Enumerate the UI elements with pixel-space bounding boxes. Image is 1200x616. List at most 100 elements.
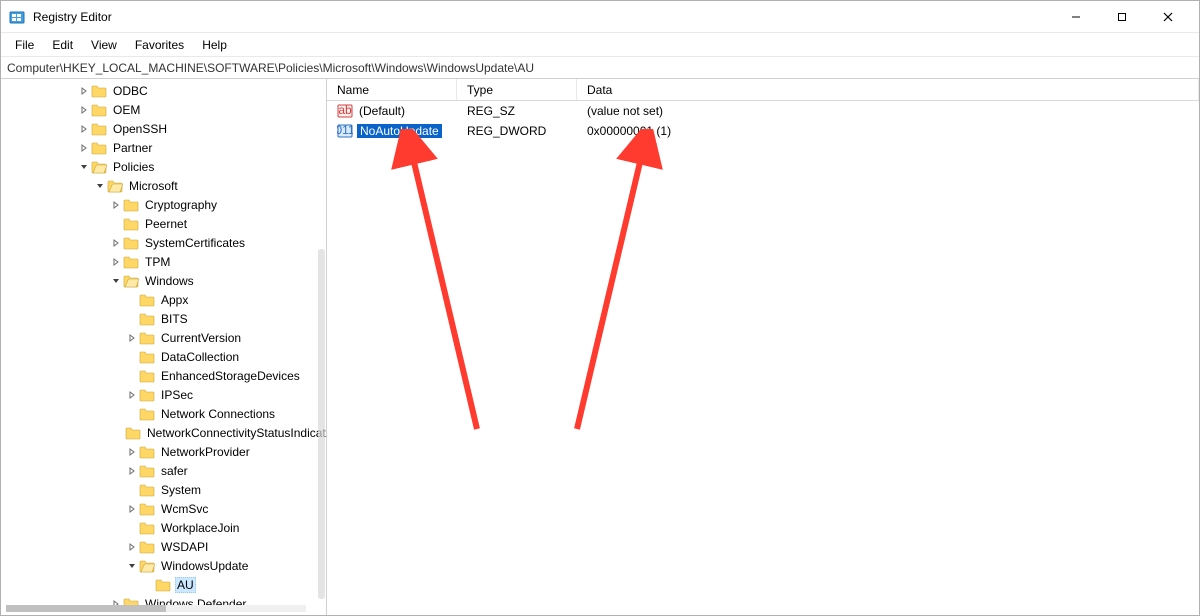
folder-icon	[91, 160, 107, 174]
tree-item-label: WcmSvc	[159, 502, 210, 516]
folder-icon	[91, 141, 107, 155]
menu-item-edit[interactable]: Edit	[44, 36, 81, 54]
tree-item-openssh[interactable]: OpenSSH	[1, 119, 326, 138]
chevron-right-icon[interactable]	[77, 138, 91, 157]
folder-icon	[139, 445, 155, 459]
address-bar[interactable]: Computer\HKEY_LOCAL_MACHINE\SOFTWARE\Pol…	[1, 57, 1199, 79]
minimize-button[interactable]	[1053, 1, 1099, 33]
tree-item-enhancedstoragedevices[interactable]: EnhancedStorageDevices	[1, 366, 326, 385]
tree-item-workplacejoin[interactable]: WorkplaceJoin	[1, 518, 326, 537]
twisty-none	[141, 575, 155, 594]
tree-item-partner[interactable]: Partner	[1, 138, 326, 157]
tree-item-label: OEM	[111, 103, 142, 117]
tree-item-odbc[interactable]: ODBC	[1, 81, 326, 100]
tree-item-label: OpenSSH	[111, 122, 169, 136]
tree-item-network-connections[interactable]: Network Connections	[1, 404, 326, 423]
chevron-right-icon[interactable]	[125, 499, 139, 518]
folder-icon	[139, 559, 155, 573]
registry-editor-window: Registry Editor FileEditViewFavoritesHel…	[0, 0, 1200, 616]
tree-item-peernet[interactable]: Peernet	[1, 214, 326, 233]
chevron-down-icon[interactable]	[125, 556, 139, 575]
folder-icon	[139, 350, 155, 364]
chevron-right-icon[interactable]	[125, 442, 139, 461]
folder-icon	[123, 198, 139, 212]
folder-icon	[139, 293, 155, 307]
chevron-right-icon[interactable]	[77, 81, 91, 100]
column-header-type[interactable]: Type	[457, 79, 577, 100]
tree-item-wcmsvc[interactable]: WcmSvc	[1, 499, 326, 518]
tree-item-oem[interactable]: OEM	[1, 100, 326, 119]
folder-icon	[139, 483, 155, 497]
folder-icon	[125, 426, 141, 440]
chevron-right-icon[interactable]	[109, 233, 123, 252]
value-name: NoAutoUpdate	[357, 124, 442, 138]
menu-item-view[interactable]: View	[83, 36, 125, 54]
tree-item-safer[interactable]: safer	[1, 461, 326, 480]
vertical-scrollbar[interactable]	[318, 249, 325, 599]
tree-item-windowsupdate[interactable]: WindowsUpdate	[1, 556, 326, 575]
values-pane[interactable]: Name Type Data ab(Default)REG_SZ(value n…	[327, 79, 1199, 615]
tree-item-label: BITS	[159, 312, 190, 326]
value-row[interactable]: 011NoAutoUpdateREG_DWORD0x00000001 (1)	[327, 121, 1199, 141]
tree-item-label: AU	[175, 577, 196, 593]
chevron-down-icon[interactable]	[77, 157, 91, 176]
annotation-arrow-right	[557, 129, 697, 449]
window-controls	[1053, 1, 1191, 33]
tree-item-ipsec[interactable]: IPSec	[1, 385, 326, 404]
tree-item-systemcertificates[interactable]: SystemCertificates	[1, 233, 326, 252]
tree-item-bits[interactable]: BITS	[1, 309, 326, 328]
tree-item-label: IPSec	[159, 388, 195, 402]
tree-item-windows[interactable]: Windows	[1, 271, 326, 290]
twisty-none	[125, 290, 139, 309]
tree-item-networkconnectivitystatusindicator[interactable]: NetworkConnectivityStatusIndicator	[1, 423, 326, 442]
tree-item-system[interactable]: System	[1, 480, 326, 499]
chevron-right-icon[interactable]	[109, 252, 123, 271]
folder-icon	[139, 312, 155, 326]
tree-item-tpm[interactable]: TPM	[1, 252, 326, 271]
titlebar[interactable]: Registry Editor	[1, 1, 1199, 33]
tree-item-label: WSDAPI	[159, 540, 210, 554]
tree-horizontal-scrollbar-thumb[interactable]	[6, 605, 166, 612]
tree-item-datacollection[interactable]: DataCollection	[1, 347, 326, 366]
chevron-right-icon[interactable]	[77, 119, 91, 138]
tree-item-label: WindowsUpdate	[159, 559, 250, 573]
chevron-right-icon[interactable]	[125, 461, 139, 480]
tree-item-label: Windows	[143, 274, 196, 288]
chevron-right-icon[interactable]	[109, 195, 123, 214]
chevron-down-icon[interactable]	[93, 176, 107, 195]
tree-item-appx[interactable]: Appx	[1, 290, 326, 309]
twisty-none	[109, 214, 123, 233]
folder-icon	[155, 578, 171, 592]
tree-item-au[interactable]: AU	[1, 575, 326, 594]
folder-icon	[123, 236, 139, 250]
value-name: (Default)	[357, 104, 407, 118]
menu-item-file[interactable]: File	[7, 36, 42, 54]
value-type: REG_DWORD	[457, 124, 577, 138]
tree-item-networkprovider[interactable]: NetworkProvider	[1, 442, 326, 461]
tree-item-label: TPM	[143, 255, 172, 269]
dword-value-icon: 011	[337, 123, 353, 139]
value-row[interactable]: ab(Default)REG_SZ(value not set)	[327, 101, 1199, 121]
chevron-right-icon[interactable]	[125, 385, 139, 404]
tree-item-wsdapi[interactable]: WSDAPI	[1, 537, 326, 556]
svg-text:011: 011	[337, 123, 353, 137]
tree-item-label: CurrentVersion	[159, 331, 243, 345]
svg-text:ab: ab	[338, 103, 352, 117]
chevron-right-icon[interactable]	[125, 537, 139, 556]
column-header-name[interactable]: Name	[327, 79, 457, 100]
chevron-right-icon[interactable]	[77, 100, 91, 119]
chevron-right-icon[interactable]	[125, 328, 139, 347]
tree-item-microsoft[interactable]: Microsoft	[1, 176, 326, 195]
tree-pane[interactable]: ODBC OEM OpenSSH PartnerPoliciesMicrosoftCr…	[1, 79, 327, 615]
column-header-data[interactable]: Data	[577, 79, 1199, 100]
chevron-down-icon[interactable]	[109, 271, 123, 290]
tree-item-label: System	[159, 483, 203, 497]
tree-item-policies[interactable]: Policies	[1, 157, 326, 176]
menu-item-favorites[interactable]: Favorites	[127, 36, 192, 54]
twisty-none	[125, 366, 139, 385]
tree-item-currentversion[interactable]: CurrentVersion	[1, 328, 326, 347]
close-button[interactable]	[1145, 1, 1191, 33]
maximize-button[interactable]	[1099, 1, 1145, 33]
tree-item-cryptography[interactable]: Cryptography	[1, 195, 326, 214]
menu-item-help[interactable]: Help	[194, 36, 235, 54]
